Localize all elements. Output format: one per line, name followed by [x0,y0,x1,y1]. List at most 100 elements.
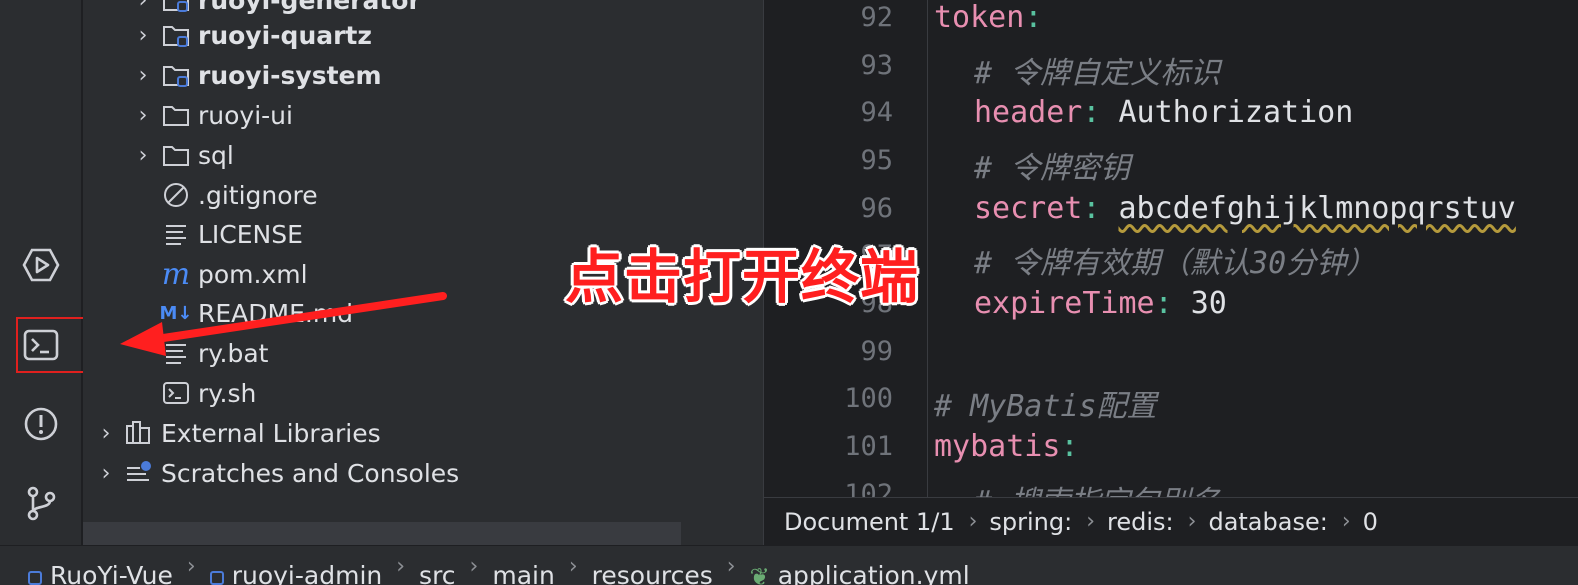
scratches-icon [121,458,157,488]
tree-item-ry-bat[interactable]: ry.bat [158,333,268,373]
folder-icon [158,140,194,170]
tree-item-ruoyi-system[interactable]: › ruoyi-system [128,55,382,95]
yaml-colon: : [1024,0,1043,35]
text-file-icon [158,219,194,249]
yaml-value: abcdefghijklmnopqrstuv [1118,191,1516,226]
library-icon [121,418,157,448]
code-line-96: secret: abcdefghijklmnopqrstuv [974,191,1516,226]
chevron-right-icon: › [1187,509,1197,534]
nav-item-label: main [492,560,555,585]
tree-item-label: ruoyi-quartz [198,20,372,50]
markdown-icon: M↓ [159,302,193,324]
module-icon [209,571,224,585]
code-line-95: # 令牌密钥 [974,151,1131,186]
problems-icon[interactable] [18,401,64,447]
tree-item-external-libraries[interactable]: › External Libraries [91,413,381,453]
yaml-colon: : [1082,191,1101,226]
line-number: 99 [860,336,893,367]
tree-item-license[interactable]: LICENSE [158,214,303,254]
code-line-92: token: [934,0,1042,35]
ignore-file-icon [158,180,194,210]
tree-item-label: ruoyi-generator [198,0,421,15]
fold-guide [927,0,928,497]
code-line-102: # 搜索指定包别名 [974,477,1220,497]
tree-item-ruoyi-quartz[interactable]: › ruoyi-quartz [128,15,372,55]
module-folder-icon [158,60,194,90]
chevron-right-icon[interactable]: › [128,63,158,88]
yaml-value: Authorization [1118,95,1354,130]
nav-item-file[interactable]: ❦ application.yml [750,550,970,585]
yaml-key: token [934,0,1025,35]
line-number: 92 [860,2,893,33]
chevron-right-icon[interactable]: › [128,23,158,48]
line-number: 100 [844,383,893,414]
tree-item-label: External Libraries [161,418,381,448]
yaml-key: secret [974,191,1083,226]
nav-item-module[interactable]: ruoyi-admin [209,550,383,585]
chevron-right-icon[interactable]: › [128,143,158,168]
line-number: 95 [860,145,893,176]
maven-icon: m [161,256,191,292]
tree-item-label: pom.xml [198,259,308,289]
chevron-right-icon: › [469,554,479,579]
nav-item-label: src [419,560,456,585]
text-file-icon [158,338,194,368]
tree-item-pom-xml[interactable]: m pom.xml [158,254,308,294]
tree-item-label: sql [198,140,234,170]
breadcrumb-redis[interactable]: redis: [1107,508,1174,536]
tree-item-ry-sh[interactable]: ry.sh [158,373,256,413]
horizontal-scrollbar[interactable] [83,522,681,545]
chevron-right-icon[interactable]: › [128,103,158,128]
breadcrumb-spring[interactable]: spring: [989,508,1072,536]
yaml-key: mybatis [934,429,1061,464]
navigation-bar: RuoYi-Vue › ruoyi-admin › src › main › r… [0,545,1578,585]
module-folder-icon [158,20,194,50]
yaml-colon: : [1154,286,1173,321]
nav-item-label: ruoyi-admin [231,560,383,585]
code-line-101: mybatis: [934,429,1079,464]
breadcrumb-document[interactable]: Document 1/1 [784,508,955,536]
chevron-right-icon[interactable]: › [128,0,158,13]
nav-item-label: application.yml [777,560,970,585]
tree-item-label: README.md [198,298,354,328]
tool-window-strip [0,0,82,545]
nav-item-src[interactable]: src [419,550,456,585]
tree-item-readme[interactable]: M↓ README.md [158,293,354,333]
tree-item-sql[interactable]: › sql [128,135,234,175]
editor-breadcrumbs: Document 1/1 › spring: › redis: › databa… [763,497,1578,545]
chevron-right-icon: › [1086,509,1096,534]
tree-item-scratches[interactable]: › Scratches and Consoles [91,453,460,493]
breadcrumb-value[interactable]: 0 [1363,508,1378,536]
line-number: 101 [844,431,893,462]
code-line-93: # 令牌自定义标识 [974,56,1221,91]
tree-item-label: .gitignore [198,180,318,210]
services-icon[interactable] [18,242,64,288]
code-line-94: header: Authorization [974,95,1353,130]
tree-item-label: LICENSE [198,219,303,249]
nav-item-label: resources [591,560,713,585]
yaml-value: 30 [1190,286,1227,321]
chevron-right-icon[interactable]: › [91,421,121,446]
tree-item-ruoyi-ui[interactable]: › ruoyi-ui [128,95,293,135]
module-folder-icon [158,0,194,15]
yaml-colon: : [1082,95,1101,130]
spring-leaf-icon: ❦ [749,563,770,585]
folder-icon [158,100,194,130]
breadcrumb-database[interactable]: database: [1208,508,1327,536]
yaml-key: expireTime [974,286,1155,321]
tree-item-label: ry.bat [198,338,269,368]
tree-item-gitignore[interactable]: .gitignore [158,175,318,215]
nav-item-resources[interactable]: resources [592,550,713,585]
line-number: 102 [844,479,893,497]
nav-item-label: RuoYi-Vue [50,560,173,585]
chevron-right-icon[interactable]: › [91,461,121,486]
nav-item-project[interactable]: RuoYi-Vue [28,550,173,585]
module-icon [28,571,42,585]
line-number: 96 [860,193,893,224]
tree-item-label: ry.sh [198,378,257,408]
chevron-right-icon: › [396,554,406,579]
line-number: 94 [860,97,893,128]
annotation-label: 点击打开终端 [565,243,920,311]
nav-item-main[interactable]: main [492,550,554,585]
git-icon[interactable] [18,480,64,526]
